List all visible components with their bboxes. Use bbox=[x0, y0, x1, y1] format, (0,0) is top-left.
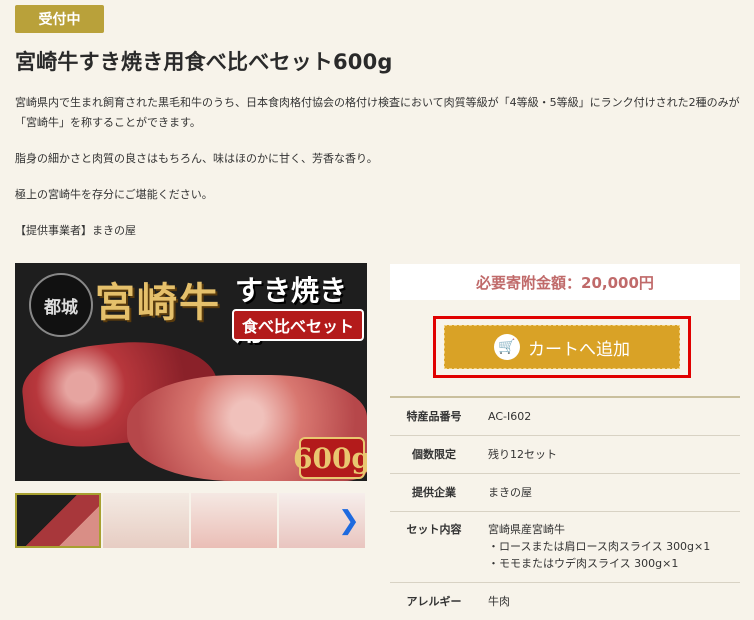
chevron-right-icon[interactable]: ❯ bbox=[338, 506, 360, 536]
spec-value: 牛肉 bbox=[478, 583, 740, 620]
required-donation-price: 必要寄附金額：20,000円 bbox=[390, 264, 740, 300]
hero-band-text: 食べ比べセット bbox=[232, 309, 364, 341]
table-row: 特産品番号 AC-I602 bbox=[390, 397, 740, 436]
spec-line: 宮崎県産宮崎牛 bbox=[488, 521, 730, 538]
thumbnail-3[interactable] bbox=[191, 493, 277, 548]
miyakonojo-logo: 都城 bbox=[29, 273, 93, 337]
description-paragraph: 極上の宮崎牛を存分にご堪能ください。 bbox=[15, 185, 740, 205]
spec-label: 提供企業 bbox=[390, 474, 478, 512]
spec-value: 残り12セット bbox=[478, 436, 740, 474]
description-provider: 【提供事業者】まきの屋 bbox=[15, 221, 740, 241]
cart-highlight-frame: 🛒 カートへ追加 bbox=[433, 316, 691, 378]
description-paragraph: 脂身の細かさと肉質の良さはもちろん、味はほのかに甘く、芳香な香り。 bbox=[15, 149, 740, 169]
thumbnail-1[interactable] bbox=[15, 493, 101, 548]
thumbnail-strip bbox=[15, 493, 367, 548]
add-to-cart-button[interactable]: 🛒 カートへ追加 bbox=[444, 325, 680, 369]
table-row: 個数限定 残り12セット bbox=[390, 436, 740, 474]
thumbnail-2[interactable] bbox=[103, 493, 189, 548]
spec-label: セット内容 bbox=[390, 512, 478, 583]
description-paragraph: 宮崎県内で生まれ飼育された黒毛和牛のうち、日本食肉格付協会の格付け検査において肉… bbox=[15, 93, 740, 133]
spec-label: 個数限定 bbox=[390, 436, 478, 474]
status-badge: 受付中 bbox=[15, 5, 104, 33]
spec-label: アレルギー bbox=[390, 583, 478, 620]
page-title: 宮崎牛すき焼き用食べ比べセット600g bbox=[15, 46, 393, 76]
spec-value: AC-I602 bbox=[478, 397, 740, 436]
table-row: セット内容 宮崎県産宮崎牛 ・ロースまたは肩ロース肉スライス 300g×1 ・モ… bbox=[390, 512, 740, 583]
spec-line: ・ロースまたは肩ロース肉スライス 300g×1 bbox=[488, 538, 730, 555]
spec-line: ・モモまたはウデ肉スライス 300g×1 bbox=[488, 555, 730, 572]
add-to-cart-label: カートへ追加 bbox=[528, 335, 630, 360]
product-spec-table: 特産品番号 AC-I602 個数限定 残り12セット 提供企業 まきの屋 セット… bbox=[390, 396, 740, 620]
description: 宮崎県内で生まれ飼育された黒毛和牛のうち、日本食肉格付協会の格付け検査において肉… bbox=[15, 93, 740, 257]
hero-weight-badge: 600g bbox=[299, 437, 365, 479]
spec-label: 特産品番号 bbox=[390, 397, 478, 436]
table-row: 提供企業 まきの屋 bbox=[390, 474, 740, 512]
hero-brand-text: 宮崎牛 bbox=[95, 270, 221, 328]
cart-icon: 🛒 bbox=[494, 334, 520, 360]
spec-value: 宮崎県産宮崎牛 ・ロースまたは肩ロース肉スライス 300g×1 ・モモまたはウデ… bbox=[478, 512, 740, 583]
product-main-image[interactable]: 都城 宮崎牛 すき焼き用 食べ比べセット 600g bbox=[15, 263, 367, 481]
spec-value: まきの屋 bbox=[478, 474, 740, 512]
table-row: アレルギー 牛肉 bbox=[390, 583, 740, 620]
